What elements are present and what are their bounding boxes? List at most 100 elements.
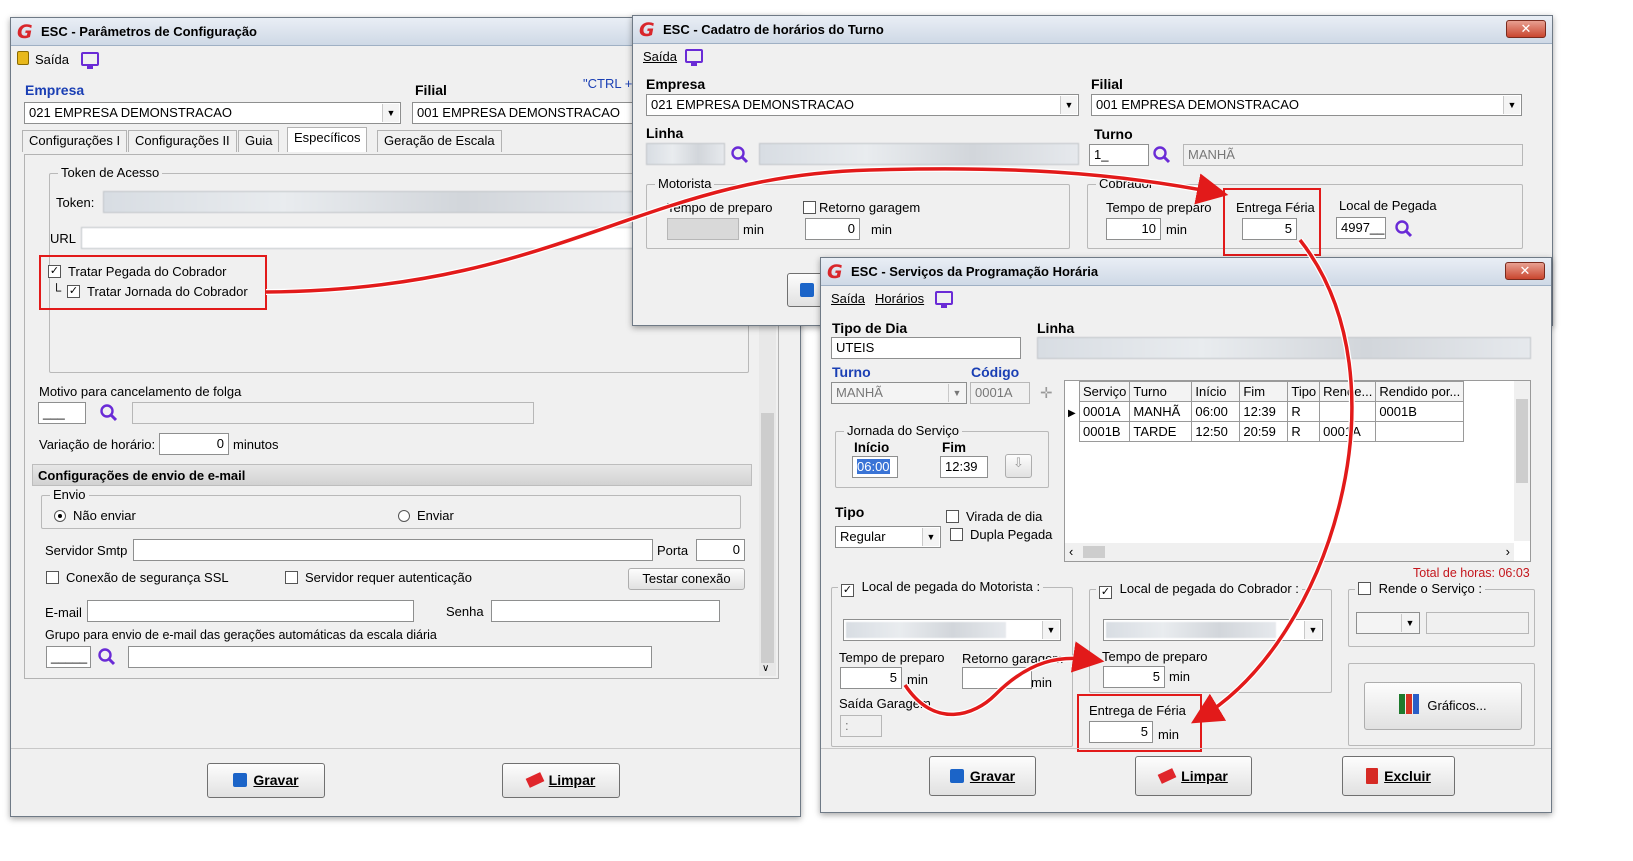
tab-geracao-escala[interactable]: Geração de Escala [377,130,502,152]
servidor-field[interactable] [133,539,653,561]
monitor-icon[interactable] [935,291,953,308]
gravar-button[interactable]: Gravar [207,763,325,798]
local-pegada-field[interactable]: 4997__ [1336,217,1386,239]
menu-saida[interactable]: Saída [831,291,865,306]
col-inicio[interactable]: Início [1191,381,1241,402]
turno-select[interactable]: MANHÃ ▼ [831,382,967,404]
search-icon[interactable] [97,647,117,667]
close-icon[interactable]: ✕ [1506,20,1546,38]
saida-garagem-field[interactable]: : [840,715,882,737]
tipo-select[interactable]: Regular ▼ [835,526,941,548]
email-section-header: Configurações de envio de e-mail [32,464,752,486]
excluir-button[interactable]: Excluir [1342,756,1455,796]
filial-select[interactable]: 001 EMPRESA DEMONSTRACAO [412,102,642,124]
mot-retorno-field[interactable] [962,667,1032,689]
virada-checkbox[interactable] [946,510,959,523]
token-field[interactable] [103,191,643,213]
url-field[interactable] [81,227,643,249]
porta-field[interactable]: 0 [696,539,745,561]
tab-especificos[interactable]: Específicos [287,127,368,152]
motivo-code-field[interactable]: ___ [38,402,86,424]
tab-configuracoes-1[interactable]: Configurações I [22,130,128,152]
chevron-down-icon[interactable]: ▼ [1401,614,1418,632]
empresa-select[interactable]: 021 EMPRESA DEMONSTRACAO ▼ [24,102,401,124]
arrow-down-button[interactable]: ⇩ [1005,454,1032,478]
retorno-field[interactable]: 0 [805,218,860,240]
search-icon[interactable] [1394,219,1414,239]
limpar-button[interactable]: Limpar [502,763,620,798]
search-icon[interactable] [1152,145,1172,165]
tab-configuracoes-2[interactable]: Configurações II [128,130,237,152]
tempo-preparo-field[interactable] [667,218,739,240]
senha-field[interactable] [491,600,720,622]
testar-conexao-button[interactable]: Testar conexão [628,568,745,590]
plus-icon[interactable]: ✛ [1040,384,1053,402]
scroll-left-icon[interactable]: ‹ [1069,544,1073,559]
table-row[interactable]: 0001B TARDE 12:50 20:59 R 0001A [1078,421,1465,442]
chevron-down-icon[interactable]: ▼ [1042,621,1059,639]
local-cobrador-select[interactable]: ▼ [1103,619,1323,641]
filial-select[interactable]: 001 EMPRESA DEMONSTRACAO ▼ [1091,94,1522,116]
servicos-grid[interactable]: Serviço Turno Início Fim Tipo Rende... R… [1064,380,1531,562]
menu-horarios[interactable]: Horários [875,291,924,306]
ssl-checkbox[interactable] [46,571,59,584]
menu-saida[interactable]: Saída [35,52,69,67]
chevron-down-icon[interactable]: ▼ [922,528,939,546]
rende-checkbox[interactable] [1358,582,1371,595]
col-fim[interactable]: Fim [1239,381,1289,402]
limpar-button[interactable]: Limpar [1135,756,1252,796]
chevron-down-icon[interactable]: ▼ [1060,96,1077,114]
scroll-down-icon[interactable]: ∨ [762,663,769,674]
grid-hscroll[interactable]: ‹ › [1065,543,1514,561]
nao-enviar-radio[interactable] [54,510,66,522]
grupo-code-field[interactable]: _____ [46,646,91,668]
graficos-button[interactable]: Gráficos... [1364,682,1522,730]
window-title: ESC - Serviços da Programação Horária [851,264,1099,279]
menu-saida[interactable]: Saída [643,49,677,64]
fim-field[interactable]: 12:39 [940,456,988,478]
rende-title: Rende o Serviço : [1355,581,1485,596]
cob-tempo-field[interactable]: 10 [1106,218,1161,240]
grupo-desc-field[interactable] [128,646,652,668]
col-turno[interactable]: Turno [1129,381,1193,402]
rende-select[interactable]: ▼ [1356,612,1420,634]
dupla-checkbox[interactable] [950,528,963,541]
table-row[interactable]: 0001A MANHÃ 06:00 12:39 R 0001B [1078,401,1465,422]
scroll-right-icon[interactable]: › [1506,544,1510,559]
monitor-icon[interactable] [685,49,703,66]
chevron-down-icon[interactable]: ▼ [948,384,965,402]
mot-tempo-field[interactable]: 5 [840,667,902,689]
local-motorista-select[interactable]: ▼ [843,619,1061,641]
search-icon[interactable] [99,403,119,423]
tipo-dia-field[interactable]: UTEIS [831,337,1021,359]
linha-code-field[interactable] [646,143,725,165]
tab-guia[interactable]: Guia [238,130,280,152]
codigo-field[interactable]: 0001A [970,382,1030,404]
local-cobrador-checkbox[interactable]: ✓ [1099,586,1112,599]
variacao-field[interactable]: 0 [159,433,229,455]
empresa-select[interactable]: 021 EMPRESA DEMONSTRACAO ▼ [646,94,1079,116]
search-icon[interactable] [730,145,750,165]
enviar-label: Enviar [417,508,454,523]
chevron-down-icon[interactable]: ▼ [1304,621,1321,639]
close-icon[interactable]: ✕ [1505,262,1545,280]
col-servico[interactable]: Serviço [1078,381,1131,402]
retorno-checkbox[interactable] [803,201,816,214]
grid-vscroll[interactable] [1514,381,1530,541]
monitor-icon[interactable] [81,52,99,69]
inicio-field[interactable]: 06:00 [852,456,898,478]
cob-tempo-field[interactable]: 5 [1103,666,1165,688]
turno-code-field[interactable]: 1_ [1089,144,1149,166]
col-rendido[interactable]: Rendido por... [1375,381,1465,402]
email-field[interactable] [87,600,414,622]
gravar-button[interactable]: Gravar [929,756,1036,796]
rende-desc-field [1426,612,1529,634]
turno-desc-field: MANHÃ [1183,144,1523,166]
col-tipo[interactable]: Tipo [1287,381,1321,402]
chevron-down-icon[interactable]: ▼ [382,104,399,122]
chevron-down-icon[interactable]: ▼ [1503,96,1520,114]
auth-checkbox[interactable] [285,571,298,584]
local-motorista-checkbox[interactable]: ✓ [841,584,854,597]
col-rende[interactable]: Rende... [1319,381,1377,402]
enviar-radio[interactable] [398,510,410,522]
